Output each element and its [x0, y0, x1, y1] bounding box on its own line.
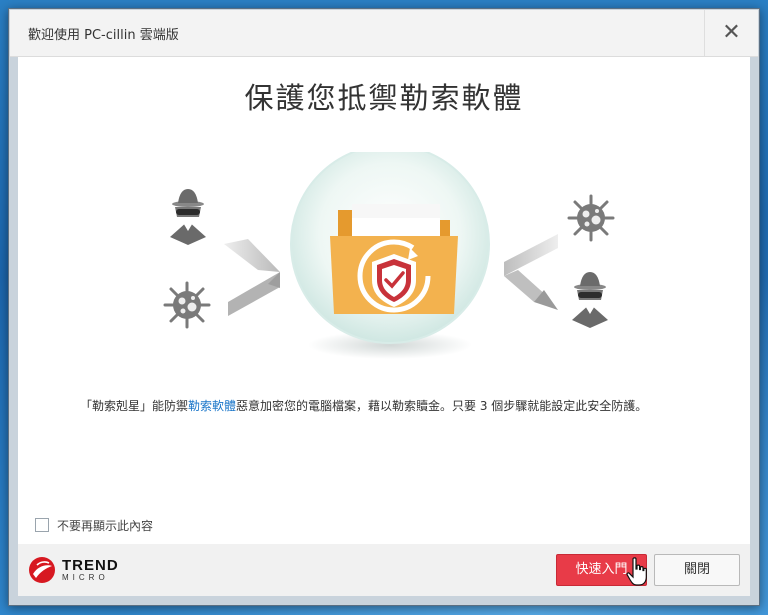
description-part2: 惡意加密您的電腦檔案，藉以勒索贖金。只要 3 個步驟就能設定此安全防護。	[236, 399, 648, 413]
close-button[interactable]: 關閉	[654, 554, 740, 586]
arrow-right-icon	[504, 234, 558, 310]
description-text: 「勒索剋星」能防禦勒索軟體惡意加密您的電腦檔案，藉以勒索贖金。只要 3 個步驟就…	[80, 398, 692, 414]
page-title: 保護您抵禦勒索軟體	[244, 81, 524, 115]
dont-show-checkbox[interactable]	[35, 518, 49, 532]
title-bar: 歡迎使用 PC-cillin 雲端版 ✕	[10, 10, 758, 57]
ransomware-link[interactable]: 勒索軟體	[188, 399, 236, 413]
virus-icon	[567, 194, 615, 242]
trend-micro-logo-icon	[29, 557, 55, 583]
arrow-left-icon	[224, 239, 280, 316]
trend-micro-logo: TREND MICRO	[28, 555, 119, 585]
logo-trend-text: TREND	[62, 556, 119, 574]
window-title: 歡迎使用 PC-cillin 雲端版	[28, 28, 179, 43]
dont-show-label[interactable]: 不要再顯示此內容	[57, 517, 153, 534]
close-icon[interactable]: ✕	[705, 10, 758, 56]
spy-icon	[170, 189, 206, 245]
logo-micro-text: MICRO	[62, 572, 109, 582]
hand-cursor-icon	[626, 557, 647, 586]
folder-shield-icon	[330, 204, 458, 314]
ransomware-illustration	[163, 152, 615, 359]
spy-icon	[572, 272, 608, 328]
dont-show-option[interactable]: 不要再顯示此內容	[35, 516, 153, 534]
virus-icon	[163, 281, 211, 329]
description-part1: 「勒索剋星」能防禦	[80, 399, 189, 413]
dialog-content: 保護您抵禦勒索軟體 「勒索剋星」能防禦勒索軟體惡意加密您的電腦檔案，藉以勒索贖金…	[18, 57, 750, 544]
